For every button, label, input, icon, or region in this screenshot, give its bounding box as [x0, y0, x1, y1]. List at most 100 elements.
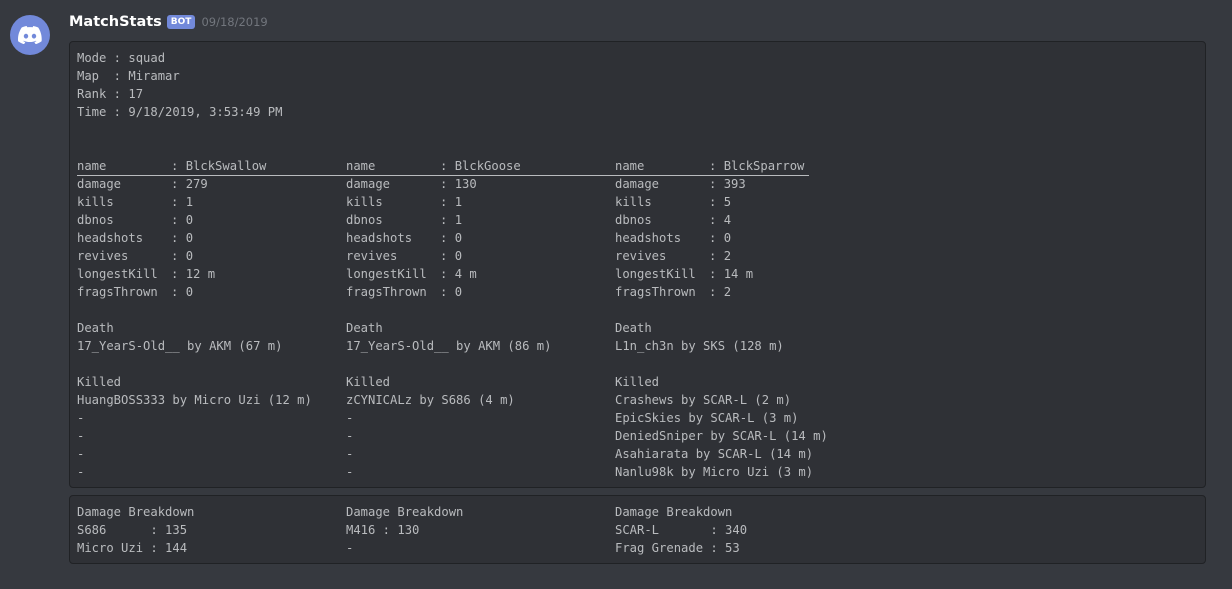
stat-label: fragsThrown: [77, 285, 158, 299]
stat-separator: :: [709, 177, 724, 191]
map-line: Map : Miramar: [77, 69, 180, 83]
stat-separator: :: [709, 285, 724, 299]
stat-row-name: name: BlckSwallow: [77, 157, 342, 175]
discord-logo-icon: [18, 26, 42, 44]
stat-separator: :: [440, 249, 455, 263]
time-line: Time : 9/18/2019, 3:53:49 PM: [77, 105, 283, 119]
stat-value: 4: [723, 213, 732, 227]
killed-heading: Killed: [615, 375, 660, 389]
match-stats-codeblock: Mode : squad Map : Miramar Rank : 17 Tim…: [69, 41, 1206, 488]
stat-label: kills: [346, 195, 383, 209]
killed-entry: -: [346, 429, 354, 443]
stat-label: headshots: [346, 231, 413, 245]
stat-separator: :: [440, 213, 455, 227]
death-detail: 17_YearS-Old__ by AKM (67 m): [77, 339, 283, 353]
stat-label: damage: [346, 177, 391, 191]
stat-row-revives: revives: 0: [346, 247, 611, 265]
stat-value: 1: [454, 195, 463, 209]
damage-breakdown-column: Damage Breakdown M416 : 130 -: [346, 503, 611, 575]
killed-entry: Asahiarata by SCAR-L (14 m): [615, 447, 814, 461]
stat-row-damage: damage: 279: [77, 175, 342, 193]
stat-value: 0: [185, 285, 194, 299]
stat-separator: :: [171, 177, 186, 191]
killed-entry: -: [346, 465, 354, 479]
rank-line: Rank : 17: [77, 87, 144, 101]
stat-label: damage: [77, 177, 122, 191]
bot-tag: BOT: [166, 15, 196, 29]
stat-value: 4 m: [454, 267, 477, 281]
stat-separator: :: [440, 177, 455, 191]
stat-separator: :: [709, 249, 724, 263]
killed-entry: -: [77, 465, 85, 479]
stat-value: 2: [723, 285, 732, 299]
stat-label: revives: [346, 249, 398, 263]
stat-label: dbnos: [615, 213, 652, 227]
stat-row-dbnos: dbnos: 4: [615, 211, 880, 229]
stat-row-longestKill: longestKill: 14 m: [615, 265, 880, 283]
stat-label: headshots: [77, 231, 144, 245]
killed-entry: Nanlu98k by Micro Uzi (3 m): [615, 465, 814, 479]
stat-label: longestKill: [615, 267, 696, 281]
stat-label: damage: [615, 177, 660, 191]
player-column: name: BlckSparrow damage: 393 kills: 5 dbno…: [615, 157, 880, 481]
avatar[interactable]: [10, 15, 50, 55]
damage-breakdown-entry: M416 : 130: [346, 523, 420, 537]
stat-label: name: [615, 159, 645, 173]
stat-value: 1: [454, 213, 463, 227]
stat-separator: :: [440, 195, 455, 209]
stat-value: 0: [185, 213, 194, 227]
killed-entry: -: [77, 411, 85, 425]
stat-row-longestKill: longestKill: 4 m: [346, 265, 611, 283]
mode-line: Mode : squad: [77, 51, 166, 65]
stat-value: 0: [454, 285, 463, 299]
damage-breakdown-column: Damage Breakdown SCAR-L : 340 Frag Grenade…: [615, 503, 880, 575]
stat-value: BlckSwallow: [185, 159, 267, 173]
stat-row-headshots: headshots: 0: [615, 229, 880, 247]
killed-entry: -: [77, 447, 85, 461]
stat-separator: :: [171, 285, 186, 299]
stat-value: 393: [723, 177, 746, 191]
message-header: MatchStats BOT 09/18/2019: [69, 14, 268, 30]
player-column: name: BlckSwallow damage: 279 kills: 1 dbno…: [77, 157, 342, 481]
death-detail: L1n_ch3n by SKS (128 m): [615, 339, 784, 353]
damage-breakdown-entry: SCAR-L : 340: [615, 523, 748, 537]
stat-label: revives: [77, 249, 129, 263]
stat-separator: :: [709, 231, 724, 245]
stat-separator: :: [709, 213, 724, 227]
stat-value: 0: [454, 249, 463, 263]
stat-value: 0: [454, 231, 463, 245]
stat-label: fragsThrown: [615, 285, 696, 299]
death-heading: Death: [77, 321, 114, 335]
stat-label: kills: [615, 195, 652, 209]
stat-row-fragsThrown: fragsThrown: 0: [77, 283, 342, 301]
death-detail: 17_YearS-Old__ by AKM (86 m): [346, 339, 552, 353]
stat-label: dbnos: [77, 213, 114, 227]
damage-breakdown-entry: [77, 557, 342, 575]
killed-entry: zCYNICALz by S686 (4 m): [346, 393, 515, 407]
stat-row-longestKill: longestKill: 12 m: [77, 265, 342, 283]
stat-label: fragsThrown: [346, 285, 427, 299]
death-heading: Death: [346, 321, 383, 335]
stat-separator: :: [171, 159, 186, 173]
stat-value: 12 m: [185, 267, 216, 281]
stat-separator: :: [440, 231, 455, 245]
stat-label: name: [346, 159, 376, 173]
stat-value: 2: [723, 249, 732, 263]
stat-separator: :: [440, 159, 455, 173]
username[interactable]: MatchStats: [69, 14, 162, 30]
damage-breakdown-entry: Frag Grenade : 53: [615, 541, 740, 555]
stat-label: kills: [77, 195, 114, 209]
stat-row-fragsThrown: fragsThrown: 0: [346, 283, 611, 301]
stat-label: revives: [615, 249, 667, 263]
stat-value: BlckSparrow: [723, 159, 805, 173]
stat-row-kills: kills: 1: [77, 193, 342, 211]
stat-label: headshots: [615, 231, 682, 245]
stat-separator: :: [709, 195, 724, 209]
stat-label: name: [77, 159, 107, 173]
stat-separator: :: [171, 195, 186, 209]
stat-separator: :: [440, 267, 455, 281]
stat-row-headshots: headshots: 0: [77, 229, 342, 247]
killed-entry: EpicSkies by SCAR-L (3 m): [615, 411, 799, 425]
stat-value: 1: [185, 195, 194, 209]
stat-separator: :: [709, 159, 724, 173]
